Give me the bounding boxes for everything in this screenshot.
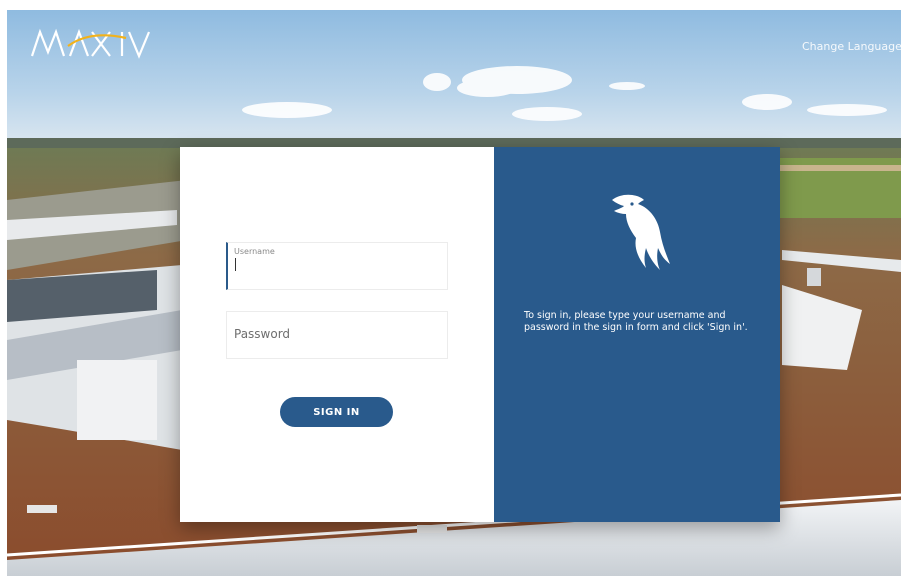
maxiv-logo — [30, 24, 160, 64]
username-field[interactable]: Username — [226, 242, 448, 290]
password-field[interactable]: Password — [226, 311, 448, 359]
change-language-link[interactable]: Change Language — [802, 40, 901, 53]
sign-in-button[interactable]: SIGN IN — [280, 397, 393, 427]
login-card: Username Password SIGN IN To sign in, pl… — [180, 147, 780, 522]
password-input[interactable] — [227, 312, 447, 358]
signin-instructions: To sign in, please type your username an… — [524, 310, 748, 333]
username-input[interactable] — [228, 243, 447, 289]
signin-form-panel: Username Password SIGN IN — [180, 147, 494, 522]
login-page: Change Language Username Password SIGN I… — [0, 0, 901, 576]
info-panel: To sign in, please type your username an… — [494, 147, 780, 522]
bird-logo-icon — [598, 192, 674, 272]
